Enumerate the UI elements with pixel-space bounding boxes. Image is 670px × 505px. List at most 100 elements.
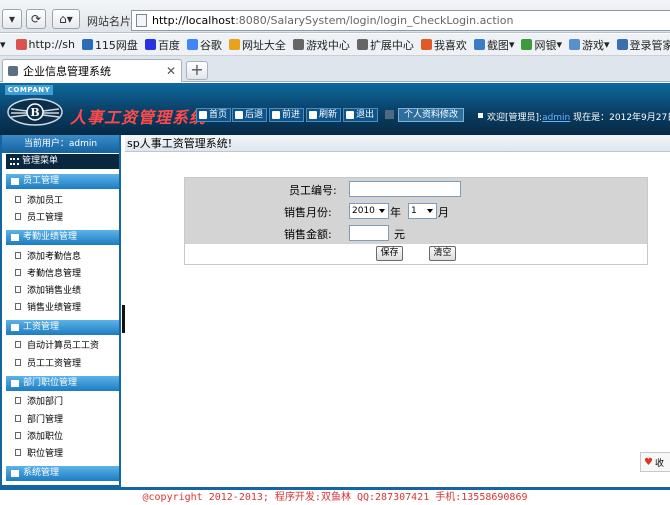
url-path: :8080/SalarySystem/login/login_CheckLogi…: [235, 14, 514, 27]
bookmark-item[interactable]: 谷歌: [186, 37, 222, 53]
current-user-link[interactable]: admin: [542, 113, 570, 123]
page-icon: [15, 341, 21, 348]
employee-id-input[interactable]: [349, 181, 461, 197]
sales-form: 员工编号: 销售月份: 2010 年 1 月 销售金额: 元 保存 清空: [184, 177, 648, 265]
page-favicon-icon: [8, 66, 18, 76]
month-select[interactable]: 1: [408, 203, 437, 219]
sidebar-section-salary[interactable]: 工资管理: [6, 320, 119, 335]
page-title: sp人事工资管理系统!: [125, 135, 670, 152]
close-icon[interactable]: ✕: [166, 64, 176, 78]
back-button[interactable]: 后退: [232, 108, 268, 122]
refresh-icon[interactable]: ⟳: [26, 9, 46, 29]
favorite-button[interactable]: ♥ 收: [640, 452, 670, 472]
bookmark-item[interactable]: http://sh: [15, 38, 75, 51]
bookmark-item[interactable]: 我喜欢: [420, 37, 467, 53]
current-user-banner: 当前用户：admin: [2, 135, 119, 153]
amount-unit: 元: [394, 228, 405, 241]
page-icon: [15, 432, 21, 439]
clear-button[interactable]: 清空: [429, 246, 456, 261]
menu-chevron-icon[interactable]: ▾: [2, 9, 22, 29]
bank-icon: [521, 39, 533, 50]
sidebar-section-system[interactable]: 系统管理: [6, 466, 119, 481]
heart-icon: [420, 39, 432, 50]
app-title: 人事工资管理系统: [70, 108, 207, 127]
back-icon: [235, 111, 243, 119]
page-icon: [15, 252, 21, 259]
home-icon[interactable]: ⌂▾: [52, 9, 80, 29]
footer: @copyright 2012-2013; 程序开发:双鱼林 QQ:287307…: [0, 487, 670, 505]
baidu-icon: [144, 39, 156, 50]
browser-toolbar: ▾ ⟳ ⌂▾ 网站名片 ▾ http://localhost:8080/Sala…: [0, 0, 670, 33]
new-tab-button[interactable]: +: [186, 61, 208, 80]
sidebar-item-add-sales[interactable]: 添加销售业绩: [15, 283, 81, 296]
folder-icon: [11, 234, 19, 241]
page-icon: [15, 213, 21, 220]
tab-strip: 企业信息管理系统 ✕ +: [0, 56, 670, 82]
sidebar-section-employee[interactable]: 员工管理: [6, 174, 119, 189]
app-header: COMPANY B 人事工资管理系统 首页 后退 前进 刷新 退出 个人资料修改…: [0, 83, 670, 135]
sidebar-item-salary-manage[interactable]: 员工工资管理: [15, 356, 81, 369]
year-unit: 年: [390, 206, 401, 219]
sidebar-section-department[interactable]: 部门职位管理: [6, 376, 119, 391]
bookmark-item[interactable]: 截图 ▾: [473, 37, 514, 53]
address-bar[interactable]: http://localhost:8080/SalarySystem/login…: [131, 10, 670, 31]
bookmarks-bar: ▾ http://sh 115网盘 百度 谷歌 网址大全 游戏中心 扩展中心 我…: [0, 34, 670, 56]
logout-button[interactable]: 退出: [343, 108, 379, 122]
bookmark-item[interactable]: 115网盘: [81, 37, 138, 53]
bookmark-item[interactable]: 游戏 ▾: [569, 37, 610, 53]
refresh-button[interactable]: 刷新: [306, 108, 342, 122]
game-icon: [292, 39, 304, 50]
main-content: sp人事工资管理系统! 员工编号: 销售月份: 2010 年 1 月 销售金额:…: [125, 135, 670, 487]
sidebar-item-attendance-manage[interactable]: 考勤信息管理: [15, 266, 81, 279]
company-badge: COMPANY: [5, 85, 53, 95]
folder-icon: [11, 324, 19, 331]
sales-amount-input[interactable]: [349, 225, 389, 241]
login-icon: [616, 39, 628, 50]
bookmark-icon: [15, 39, 27, 50]
bookmark-item[interactable]: 扩展中心: [356, 37, 414, 53]
forward-button[interactable]: 前进: [269, 108, 305, 122]
chevron-down-icon: [427, 209, 433, 213]
sidebar-item-sales-manage[interactable]: 销售业绩管理: [15, 300, 81, 313]
edit-profile-button[interactable]: 个人资料修改: [398, 108, 465, 122]
sidebar-item-employee-manage[interactable]: 员工管理: [15, 210, 63, 223]
sidebar-section-attendance[interactable]: 考勤业绩管理: [6, 230, 119, 245]
home-button[interactable]: 首页: [196, 108, 232, 122]
page-icon: [15, 359, 21, 366]
separator-icon: [385, 110, 394, 119]
bookmark-item[interactable]: 网银 ▾: [521, 37, 562, 53]
browser-tab[interactable]: 企业信息管理系统 ✕: [2, 59, 182, 82]
grid-icon: [10, 158, 19, 165]
page-icon: [15, 449, 21, 456]
bookmark-item[interactable]: 登录管家(7) ▾: [616, 37, 670, 53]
current-date: 现在是：2012年9月27日: [573, 113, 670, 123]
bookmarks-menu-chevron-icon[interactable]: ▾: [0, 38, 6, 51]
save-button[interactable]: 保存: [376, 246, 403, 261]
tab-title: 企业信息管理系统: [23, 65, 111, 78]
google-icon: [186, 39, 198, 50]
sidebar-item-add-department[interactable]: 添加部门: [15, 394, 63, 407]
sidebar-item-add-employee[interactable]: 添加员工: [15, 193, 63, 206]
sidebar-item-add-attendance[interactable]: 添加考勤信息: [15, 249, 81, 262]
sales-month-label: 销售月份:: [284, 206, 332, 219]
bookmark-item[interactable]: 游戏中心: [292, 37, 350, 53]
refresh-icon: [309, 111, 317, 119]
bookmark-item[interactable]: 网址大全: [228, 37, 286, 53]
sidebar: 当前用户：admin 管理菜单 员工管理 添加员工 员工管理 考勤业绩管理 添加…: [0, 135, 121, 487]
folder-icon: [11, 178, 19, 185]
welcome-text: 欢迎[管理员]:admin 现在是：2012年9月27日: [487, 110, 670, 123]
sidebar-item-position-manage[interactable]: 职位管理: [15, 446, 63, 459]
sales-amount-label: 销售金额:: [284, 228, 332, 241]
sidebar-item-add-position[interactable]: 添加职位: [15, 429, 63, 442]
year-select[interactable]: 2010: [349, 203, 389, 219]
home-icon: [199, 111, 207, 119]
page-icon: [136, 14, 147, 27]
employee-id-label: 员工编号:: [289, 184, 337, 197]
page-icon: [15, 269, 21, 276]
bookmark-item[interactable]: 百度: [144, 37, 180, 53]
logout-icon: [346, 111, 354, 119]
sidebar-item-calc-salary[interactable]: 自动计算员工工资: [15, 338, 99, 351]
sidebar-item-department-manage[interactable]: 部门管理: [15, 412, 63, 425]
page-icon: [15, 397, 21, 404]
forward-icon: [272, 111, 280, 119]
